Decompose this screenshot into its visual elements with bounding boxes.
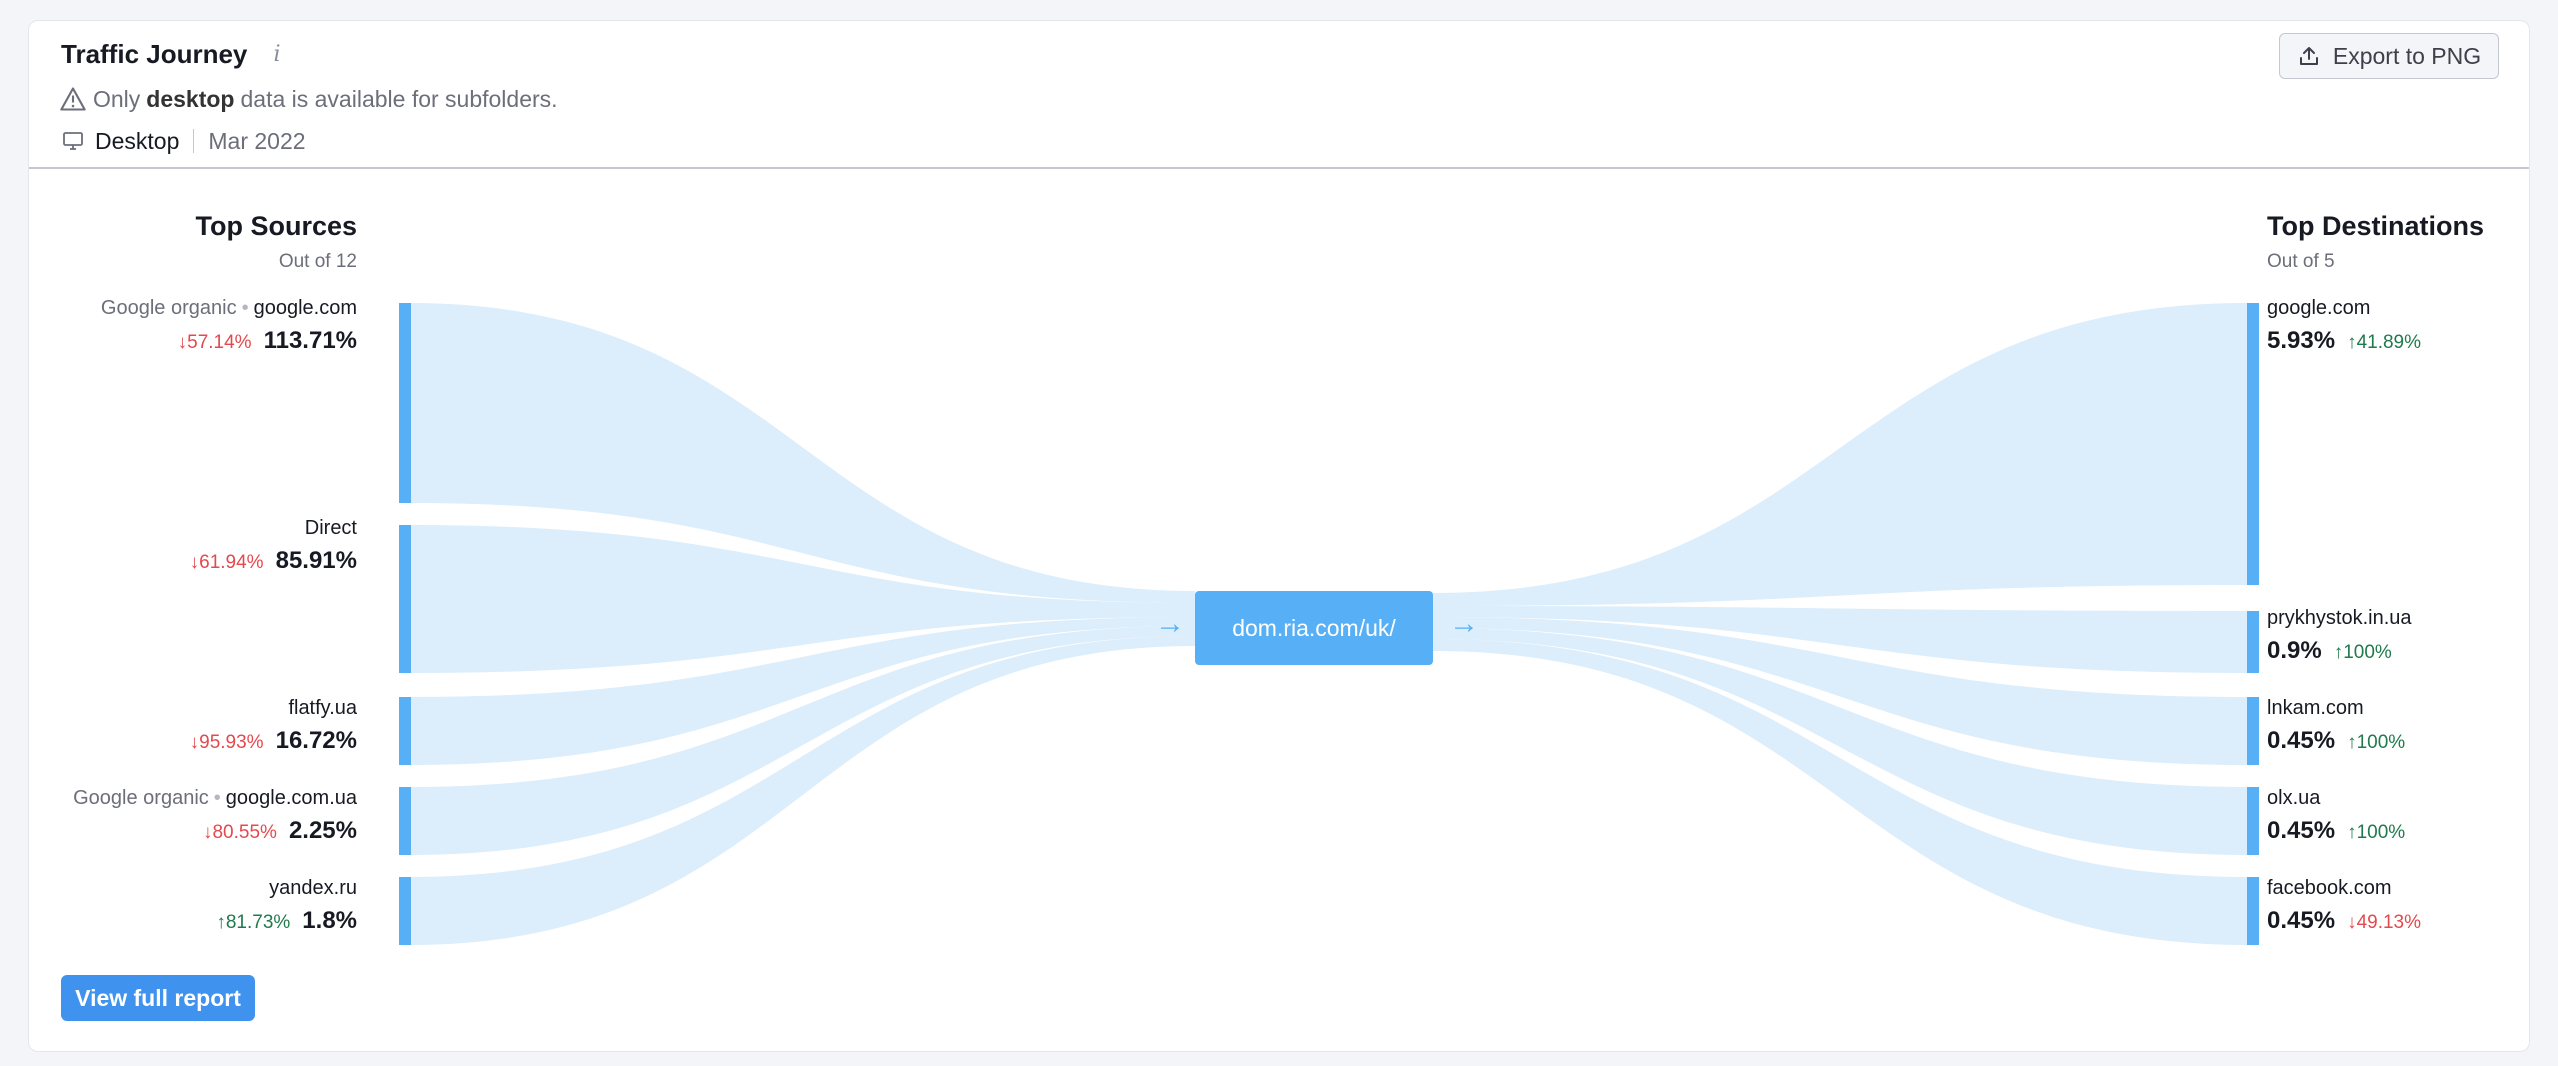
source-values-1: ↓57.14% 113.71% — [178, 327, 357, 355]
destination-bar[interactable] — [2247, 787, 2259, 855]
traffic-journey-card: Traffic Journey i Only desktop data is a… — [28, 20, 2530, 1052]
destination-label-4[interactable]: olx.ua — [2267, 787, 2320, 810]
source-bar[interactable] — [399, 697, 411, 765]
sankey-flow — [399, 303, 2259, 945]
source-bar[interactable] — [399, 877, 411, 945]
destination-bar[interactable] — [2247, 877, 2259, 945]
source-label-2[interactable]: Direct — [305, 517, 357, 540]
destination-label-2[interactable]: prykhystok.in.ua — [2267, 607, 2412, 630]
destination-change: ↑100% — [2347, 732, 2406, 753]
source-label-1[interactable]: Google organic • google.com — [101, 297, 357, 320]
source-label-4[interactable]: Google organic • google.com.ua — [73, 787, 357, 810]
destination-bar[interactable] — [2247, 611, 2259, 673]
source-bar[interactable] — [399, 787, 411, 855]
top-destinations-heading: Top Destinations — [2267, 211, 2485, 241]
top-sources-heading: Top Sources — [195, 211, 357, 241]
destination-label-5[interactable]: facebook.com — [2267, 877, 2392, 900]
source-change: ↓61.94% — [189, 552, 264, 573]
source-name: Direct — [304, 517, 357, 539]
destination-values-3: 0.45% ↑100% — [2267, 727, 2405, 755]
destination-share: 0.45% — [2267, 907, 2336, 934]
source-share: 2.25% — [288, 817, 357, 844]
source-change: ↑81.73% — [216, 912, 291, 933]
source-values-3: ↓95.93% 16.72% — [190, 727, 357, 755]
source-change: ↓57.14% — [177, 332, 252, 353]
arrow-right-icon: → — [1449, 607, 1479, 640]
destination-change: ↑100% — [2333, 642, 2392, 663]
top-destinations-subheading: Out of 5 — [2267, 251, 2335, 272]
view-full-report-button[interactable]: View full report — [61, 975, 255, 1021]
source-bar[interactable] — [399, 303, 411, 503]
destination-values-2: 0.9% ↑100% — [2267, 637, 2392, 665]
arrow-right-icon: → — [1155, 607, 1185, 640]
destination-bar[interactable] — [2247, 303, 2259, 585]
source-name: google.com.ua — [225, 787, 357, 809]
source-change: ↓80.55% — [202, 822, 277, 843]
source-bar[interactable] — [399, 525, 411, 673]
separator-dot: • — [213, 787, 221, 809]
destination-share: 5.93% — [2267, 327, 2336, 354]
source-name: flatfy.ua — [288, 697, 357, 719]
source-share: 16.72% — [275, 727, 357, 754]
destination-bar[interactable] — [2247, 697, 2259, 765]
destination-label-1[interactable]: google.com — [2267, 297, 2370, 320]
destination-change: ↑100% — [2347, 822, 2406, 843]
source-label-3[interactable]: flatfy.ua — [288, 697, 357, 720]
top-sources-subheading: Out of 12 — [278, 251, 357, 272]
source-share: 85.91% — [275, 547, 357, 574]
destination-share: 0.45% — [2267, 727, 2336, 754]
source-label-5[interactable]: yandex.ru — [269, 877, 357, 900]
source-group: Google organic — [73, 787, 209, 809]
source-values-4: ↓80.55% 2.25% — [203, 817, 357, 845]
source-share: 113.71% — [263, 327, 357, 354]
destination-values-1: 5.93% ↑41.89% — [2267, 327, 2421, 355]
destination-change: ↑41.89% — [2347, 332, 2422, 353]
source-values-5: ↑81.73% 1.8% — [216, 907, 357, 935]
source-change: ↓95.93% — [189, 732, 264, 753]
source-group: Google organic — [100, 297, 237, 319]
separator-dot: • — [241, 297, 249, 319]
destination-share: 0.45% — [2267, 817, 2336, 844]
destination-share: 0.9% — [2267, 637, 2322, 664]
destination-change: ↓49.13% — [2347, 912, 2422, 933]
destination-flow-band — [1433, 303, 2247, 606]
destination-values-5: 0.45% ↓49.13% — [2267, 907, 2421, 935]
source-name: yandex.ru — [269, 877, 357, 899]
destination-label-3[interactable]: lnkam.com — [2267, 697, 2364, 720]
source-share: 1.8% — [302, 907, 357, 934]
destination-values-4: 0.45% ↑100% — [2267, 817, 2405, 845]
source-name: google.com — [253, 297, 357, 319]
source-values-2: ↓61.94% 85.91% — [190, 547, 357, 575]
target-page-node[interactable]: dom.ria.com/uk/ — [1195, 591, 1433, 665]
